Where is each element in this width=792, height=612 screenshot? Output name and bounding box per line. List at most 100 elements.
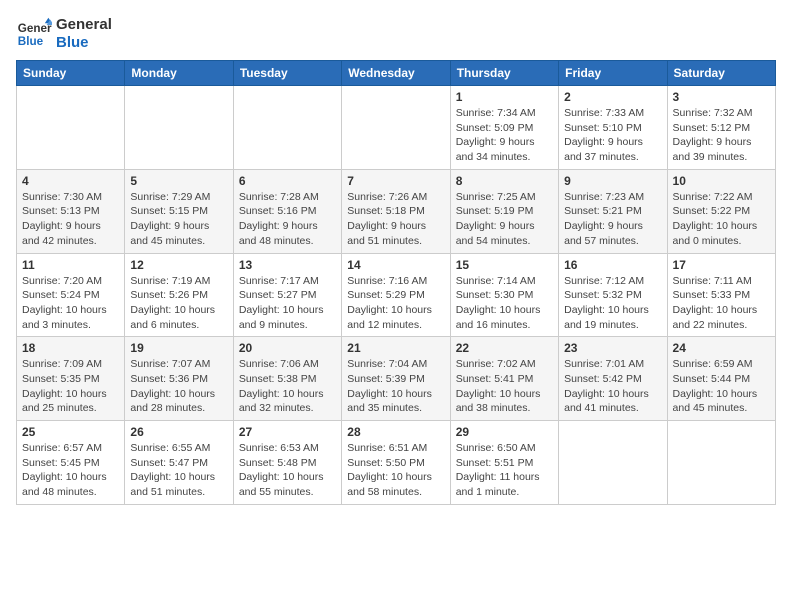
day-number: 21 bbox=[347, 341, 444, 355]
logo: General Blue General Blue bbox=[16, 16, 112, 52]
day-number: 12 bbox=[130, 258, 227, 272]
day-number: 27 bbox=[239, 425, 336, 439]
calendar-cell: 6 Sunrise: 7:28 AM Sunset: 5:16 PM Daylig… bbox=[233, 169, 341, 253]
day-info: Sunrise: 7:33 AM Sunset: 5:10 PM Dayligh… bbox=[564, 106, 661, 165]
page-header: General Blue General Blue bbox=[16, 16, 776, 52]
calendar-cell: 17Sunrise: 7:11 AM Sunset: 5:33 PM Dayli… bbox=[667, 253, 775, 337]
day-number: 5 bbox=[130, 174, 227, 188]
calendar-cell: 21 Sunrise: 7:04 AM Sunset: 5:39 PM Dayli… bbox=[342, 337, 450, 421]
day-info: Sunrise: 7:01 AM Sunset: 5:42 PM Dayligh… bbox=[564, 357, 661, 416]
day-info: Sunrise: 7:30 AM Sunset: 5:13 PM Dayligh… bbox=[22, 190, 119, 249]
day-info: Sunrise: 7:06 AM Sunset: 5:38 PM Dayligh… bbox=[239, 357, 336, 416]
calendar-cell: 18 Sunrise: 7:09 AM Sunset: 5:35 PM Dayli… bbox=[17, 337, 125, 421]
day-info: Sunrise: 7:07 AM Sunset: 5:36 PM Dayligh… bbox=[130, 357, 227, 416]
calendar-cell bbox=[667, 421, 775, 505]
day-info: Sunrise: 7:12 AM Sunset: 5:32 PM Dayligh… bbox=[564, 274, 661, 333]
day-info: Sunrise: 7:20 AM Sunset: 5:24 PM Dayligh… bbox=[22, 274, 119, 333]
calendar-cell: 11Sunrise: 7:20 AM Sunset: 5:24 PM Dayli… bbox=[17, 253, 125, 337]
day-info: Sunrise: 7:22 AM Sunset: 5:22 PM Dayligh… bbox=[673, 190, 770, 249]
day-info: Sunrise: 6:50 AM Sunset: 5:51 PM Dayligh… bbox=[456, 441, 553, 500]
day-info: Sunrise: 7:17 AM Sunset: 5:27 PM Dayligh… bbox=[239, 274, 336, 333]
day-info: Sunrise: 7:19 AM Sunset: 5:26 PM Dayligh… bbox=[130, 274, 227, 333]
calendar-cell: 13Sunrise: 7:17 AM Sunset: 5:27 PM Dayli… bbox=[233, 253, 341, 337]
calendar-header-friday: Friday bbox=[559, 61, 667, 86]
day-number: 25 bbox=[22, 425, 119, 439]
calendar-table: SundayMondayTuesdayWednesdayThursdayFrid… bbox=[16, 60, 776, 505]
calendar-cell: 1Sunrise: 7:34 AM Sunset: 5:09 PM Daylig… bbox=[450, 86, 558, 170]
day-number: 15 bbox=[456, 258, 553, 272]
calendar-cell: 22Sunrise: 7:02 AM Sunset: 5:41 PM Dayli… bbox=[450, 337, 558, 421]
calendar-cell: 29 Sunrise: 6:50 AM Sunset: 5:51 PM Dayli… bbox=[450, 421, 558, 505]
calendar-cell: 26 Sunrise: 6:55 AM Sunset: 5:47 PM Dayli… bbox=[125, 421, 233, 505]
logo-general: General bbox=[56, 16, 112, 34]
day-info: Sunrise: 7:32 AM Sunset: 5:12 PM Dayligh… bbox=[673, 106, 770, 165]
day-number: 19 bbox=[130, 341, 227, 355]
day-number: 7 bbox=[347, 174, 444, 188]
day-info: Sunrise: 7:23 AM Sunset: 5:21 PM Dayligh… bbox=[564, 190, 661, 249]
day-info: Sunrise: 6:55 AM Sunset: 5:47 PM Dayligh… bbox=[130, 441, 227, 500]
calendar-cell: 8 Sunrise: 7:25 AM Sunset: 5:19 PM Daylig… bbox=[450, 169, 558, 253]
calendar-cell: 3Sunrise: 7:32 AM Sunset: 5:12 PM Daylig… bbox=[667, 86, 775, 170]
day-number: 20 bbox=[239, 341, 336, 355]
calendar-cell: 19 Sunrise: 7:07 AM Sunset: 5:36 PM Dayli… bbox=[125, 337, 233, 421]
calendar-week-2: 4Sunrise: 7:30 AM Sunset: 5:13 PM Daylig… bbox=[17, 169, 776, 253]
day-number: 8 bbox=[456, 174, 553, 188]
calendar-cell bbox=[559, 421, 667, 505]
calendar-cell: 15 Sunrise: 7:14 AM Sunset: 5:30 PM Dayli… bbox=[450, 253, 558, 337]
day-number: 2 bbox=[564, 90, 661, 104]
day-number: 10 bbox=[673, 174, 770, 188]
calendar-cell: 24 Sunrise: 6:59 AM Sunset: 5:44 PM Dayli… bbox=[667, 337, 775, 421]
day-info: Sunrise: 7:25 AM Sunset: 5:19 PM Dayligh… bbox=[456, 190, 553, 249]
svg-text:General: General bbox=[18, 22, 52, 35]
calendar-header-monday: Monday bbox=[125, 61, 233, 86]
day-info: Sunrise: 7:26 AM Sunset: 5:18 PM Dayligh… bbox=[347, 190, 444, 249]
calendar-cell: 10 Sunrise: 7:22 AM Sunset: 5:22 PM Dayli… bbox=[667, 169, 775, 253]
day-info: Sunrise: 7:29 AM Sunset: 5:15 PM Dayligh… bbox=[130, 190, 227, 249]
day-info: Sunrise: 7:04 AM Sunset: 5:39 PM Dayligh… bbox=[347, 357, 444, 416]
day-number: 29 bbox=[456, 425, 553, 439]
calendar-cell bbox=[125, 86, 233, 170]
calendar-header-saturday: Saturday bbox=[667, 61, 775, 86]
calendar-cell: 20 Sunrise: 7:06 AM Sunset: 5:38 PM Dayli… bbox=[233, 337, 341, 421]
calendar-cell: 4Sunrise: 7:30 AM Sunset: 5:13 PM Daylig… bbox=[17, 169, 125, 253]
day-info: Sunrise: 7:28 AM Sunset: 5:16 PM Dayligh… bbox=[239, 190, 336, 249]
day-info: Sunrise: 7:16 AM Sunset: 5:29 PM Dayligh… bbox=[347, 274, 444, 333]
calendar-header-row: SundayMondayTuesdayWednesdayThursdayFrid… bbox=[17, 61, 776, 86]
svg-text:Blue: Blue bbox=[18, 35, 44, 48]
day-number: 28 bbox=[347, 425, 444, 439]
calendar-cell bbox=[342, 86, 450, 170]
day-info: Sunrise: 7:14 AM Sunset: 5:30 PM Dayligh… bbox=[456, 274, 553, 333]
calendar-cell: 28 Sunrise: 6:51 AM Sunset: 5:50 PM Dayli… bbox=[342, 421, 450, 505]
day-info: Sunrise: 6:59 AM Sunset: 5:44 PM Dayligh… bbox=[673, 357, 770, 416]
calendar-cell: 2 Sunrise: 7:33 AM Sunset: 5:10 PM Daylig… bbox=[559, 86, 667, 170]
calendar-cell: 7 Sunrise: 7:26 AM Sunset: 5:18 PM Daylig… bbox=[342, 169, 450, 253]
calendar-cell: 5 Sunrise: 7:29 AM Sunset: 5:15 PM Daylig… bbox=[125, 169, 233, 253]
calendar-header-wednesday: Wednesday bbox=[342, 61, 450, 86]
day-number: 22 bbox=[456, 341, 553, 355]
calendar-cell: 14 Sunrise: 7:16 AM Sunset: 5:29 PM Dayli… bbox=[342, 253, 450, 337]
calendar-cell: 27 Sunrise: 6:53 AM Sunset: 5:48 PM Dayli… bbox=[233, 421, 341, 505]
calendar-header-tuesday: Tuesday bbox=[233, 61, 341, 86]
day-info: Sunrise: 6:53 AM Sunset: 5:48 PM Dayligh… bbox=[239, 441, 336, 500]
calendar-cell: 25 Sunrise: 6:57 AM Sunset: 5:45 PM Dayli… bbox=[17, 421, 125, 505]
calendar-week-5: 25 Sunrise: 6:57 AM Sunset: 5:45 PM Dayli… bbox=[17, 421, 776, 505]
day-number: 9 bbox=[564, 174, 661, 188]
calendar-header-sunday: Sunday bbox=[17, 61, 125, 86]
calendar-cell bbox=[233, 86, 341, 170]
logo-icon: General Blue bbox=[16, 16, 52, 52]
day-number: 14 bbox=[347, 258, 444, 272]
calendar-cell: 9 Sunrise: 7:23 AM Sunset: 5:21 PM Daylig… bbox=[559, 169, 667, 253]
day-number: 18 bbox=[22, 341, 119, 355]
calendar-header-thursday: Thursday bbox=[450, 61, 558, 86]
day-number: 1 bbox=[456, 90, 553, 104]
day-info: Sunrise: 6:57 AM Sunset: 5:45 PM Dayligh… bbox=[22, 441, 119, 500]
calendar-cell: 16Sunrise: 7:12 AM Sunset: 5:32 PM Dayli… bbox=[559, 253, 667, 337]
day-info: Sunrise: 6:51 AM Sunset: 5:50 PM Dayligh… bbox=[347, 441, 444, 500]
calendar-cell: 12 Sunrise: 7:19 AM Sunset: 5:26 PM Dayli… bbox=[125, 253, 233, 337]
day-number: 26 bbox=[130, 425, 227, 439]
day-number: 6 bbox=[239, 174, 336, 188]
calendar-cell: 23Sunrise: 7:01 AM Sunset: 5:42 PM Dayli… bbox=[559, 337, 667, 421]
day-number: 24 bbox=[673, 341, 770, 355]
calendar-week-1: 1Sunrise: 7:34 AM Sunset: 5:09 PM Daylig… bbox=[17, 86, 776, 170]
day-info: Sunrise: 7:09 AM Sunset: 5:35 PM Dayligh… bbox=[22, 357, 119, 416]
